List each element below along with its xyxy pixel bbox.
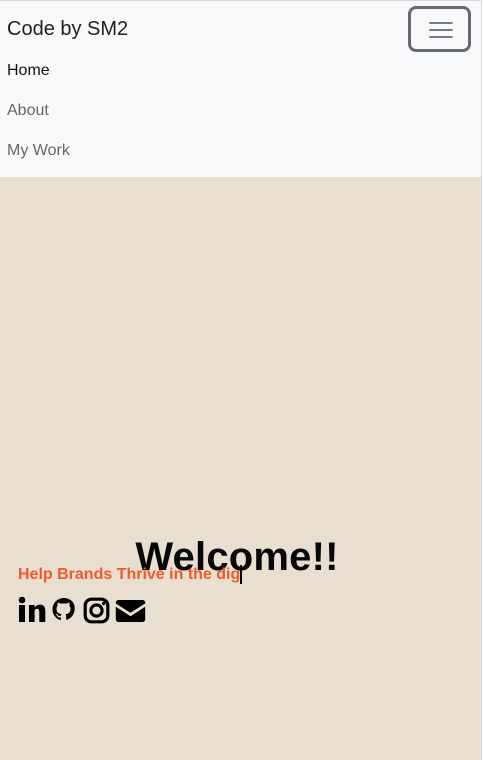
github-icon bbox=[51, 595, 77, 625]
mail-link[interactable] bbox=[115, 595, 146, 625]
nav-link-my-work[interactable]: My Work bbox=[7, 141, 70, 161]
top-navbar: Code by SM2 Home About My Work bbox=[0, 0, 481, 177]
nav-link-home[interactable]: Home bbox=[7, 61, 50, 81]
menu-toggle-button[interactable] bbox=[408, 6, 471, 52]
nav-link-about[interactable]: About bbox=[7, 101, 49, 121]
linkedin-icon bbox=[18, 595, 46, 625]
instagram-link[interactable] bbox=[83, 595, 110, 625]
menu-icon bbox=[429, 21, 453, 39]
tagline-text: Help Brands Thrive in the dig bbox=[18, 566, 241, 583]
typing-caret bbox=[240, 565, 243, 584]
page-viewport: Code by SM2 Home About My Work Welcome!!… bbox=[0, 0, 482, 760]
instagram-icon bbox=[83, 595, 110, 625]
typing-tagline: Help Brands Thrive in the dig bbox=[18, 565, 243, 585]
brand-link[interactable]: Code by SM2 bbox=[7, 17, 128, 41]
linkedin-link[interactable] bbox=[18, 595, 46, 625]
mail-icon bbox=[115, 595, 146, 625]
github-link[interactable] bbox=[51, 595, 77, 625]
